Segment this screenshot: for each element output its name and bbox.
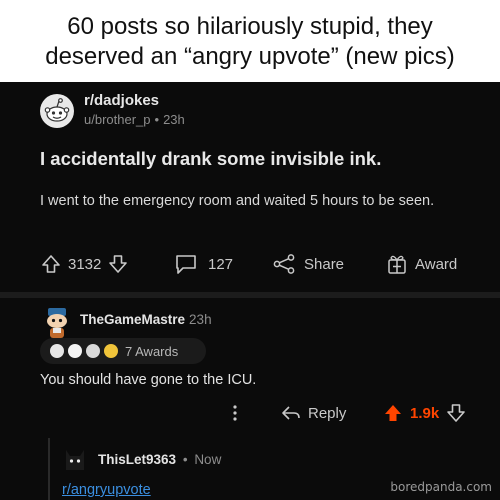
post-action-bar: 3132 127 Share Award xyxy=(0,249,500,279)
comment-vote-group: 1.9k xyxy=(382,398,467,428)
subreddit-name[interactable]: r/dadjokes xyxy=(84,92,159,109)
post-vote-group: 3132 xyxy=(40,249,129,279)
downvote-icon[interactable] xyxy=(107,253,129,275)
reddit-snoo-icon xyxy=(44,98,70,122)
upvote-icon[interactable] xyxy=(40,253,62,275)
comment-text: You should have gone to the ICU. xyxy=(40,372,257,388)
replier-username[interactable]: ThisLet9363 • Now xyxy=(98,452,221,467)
comment-icon xyxy=(176,255,196,274)
post-author[interactable]: u/brother_p xyxy=(84,112,151,127)
subreddit-avatar[interactable] xyxy=(40,94,74,128)
replier-avatar[interactable] xyxy=(60,444,90,474)
awards-count: 7 Awards xyxy=(125,343,179,359)
comments-button[interactable]: 127 xyxy=(174,249,233,279)
reply-button[interactable]: Reply xyxy=(280,398,346,428)
commenter-avatar[interactable] xyxy=(42,306,72,340)
comment-age: 23h xyxy=(189,312,212,327)
reply-label: Reply xyxy=(308,404,347,422)
post-vote-count: 3132 xyxy=(68,255,102,273)
comment-count: 127 xyxy=(208,255,234,273)
commenter-name[interactable]: TheGameMastre xyxy=(80,312,185,327)
award-button[interactable]: Award xyxy=(386,249,457,279)
comment-thegamemastre: TheGameMastre 23h 7 Awards You should hav… xyxy=(0,298,500,438)
award-label: Award xyxy=(415,255,458,273)
commenter-username[interactable]: TheGameMastre 23h xyxy=(80,312,212,327)
more-vertical-icon xyxy=(233,405,237,421)
source-watermark: boredpanda.com xyxy=(390,480,492,494)
reddit-post: r/dadjokes u/brother_p • 23h I accidentall… xyxy=(0,82,500,292)
award-gift-icon xyxy=(388,255,406,274)
thread-line[interactable] xyxy=(48,438,50,500)
comment-action-bar: Reply 1.9k xyxy=(0,398,500,428)
cat-snoo-avatar-icon xyxy=(66,450,84,470)
reply-separator: • xyxy=(182,452,188,467)
share-label: Share xyxy=(304,255,345,273)
share-icon xyxy=(273,254,295,274)
replier-name[interactable]: ThisLet9363 xyxy=(98,452,176,467)
wholesome-award-icon xyxy=(86,344,100,358)
headline-line-2: deserved an “angry upvote” (new pics) xyxy=(45,43,455,70)
silver-award-icon xyxy=(50,344,64,358)
gold-award-icon xyxy=(104,344,118,358)
upvote-filled-icon[interactable] xyxy=(382,402,404,424)
clapping-award-icon xyxy=(68,344,82,358)
article-headline: 60 posts so hilariously stupid, they des… xyxy=(0,0,500,82)
meta-separator: • xyxy=(154,112,160,127)
headline-line-1: 60 posts so hilariously stupid, they xyxy=(67,13,433,40)
post-meta: u/brother_p • 23h xyxy=(84,112,185,127)
more-options-button[interactable] xyxy=(228,398,242,428)
post-body: I went to the emergency room and waited … xyxy=(40,193,435,209)
awards-pill[interactable]: 7 Awards xyxy=(40,338,206,364)
reply-arrow-icon xyxy=(282,406,300,420)
snoo-avatar-icon xyxy=(47,308,67,338)
share-button[interactable]: Share xyxy=(272,249,344,279)
downvote-icon[interactable] xyxy=(445,402,467,424)
post-age: 23h xyxy=(163,112,185,127)
angryupvote-link[interactable]: r/angryupvote xyxy=(62,482,151,498)
comment-vote-count: 1.9k xyxy=(410,404,440,422)
post-title[interactable]: I accidentally drank some invisible ink. xyxy=(40,148,381,170)
reply-age: Now xyxy=(194,452,222,467)
